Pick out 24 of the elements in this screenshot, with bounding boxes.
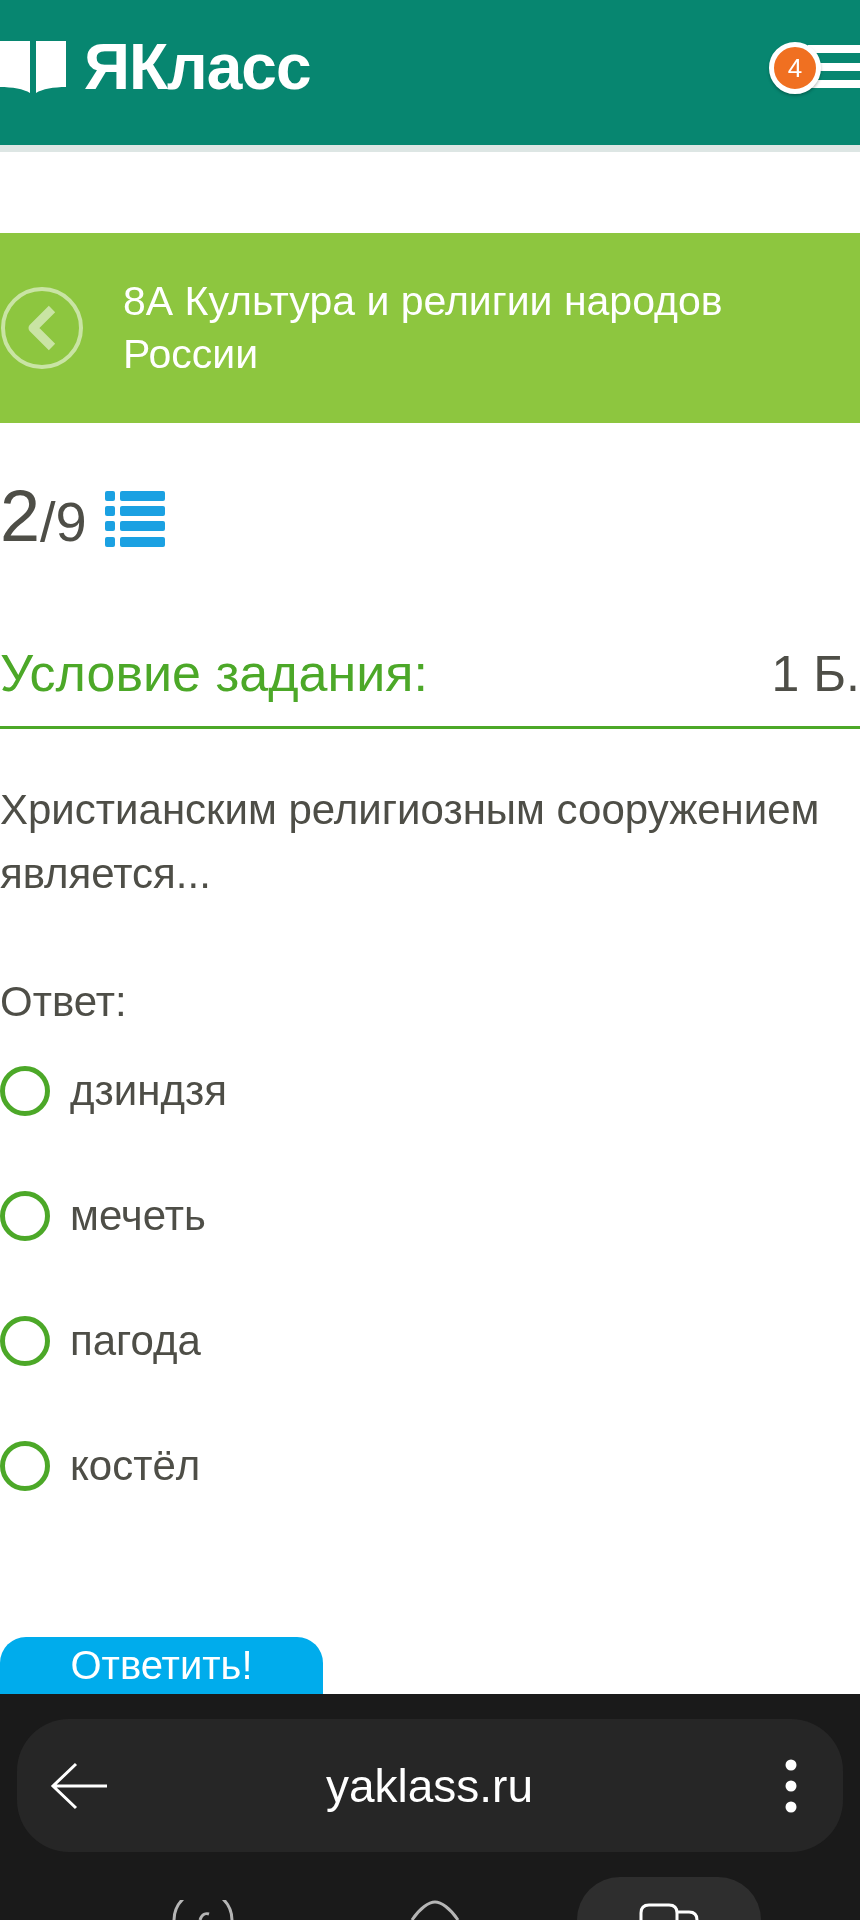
tabs-icon	[639, 1903, 699, 1920]
option-label[interactable]: костёл	[70, 1436, 201, 1496]
option-label[interactable]: дзиндзя	[70, 1061, 227, 1121]
more-icon[interactable]	[785, 1758, 797, 1813]
course-title: 8А Культура и религии народов России	[123, 277, 724, 379]
option-label[interactable]: пагода	[70, 1311, 201, 1371]
radio-button[interactable]	[0, 1191, 50, 1241]
radio-button[interactable]	[0, 1316, 50, 1366]
radio-button[interactable]	[0, 1441, 50, 1491]
list-icon[interactable]	[104, 491, 165, 547]
arch-icon[interactable]	[410, 1900, 460, 1920]
task-heading: Условие задания:	[0, 643, 428, 703]
notification-badge: 4	[769, 42, 821, 94]
option-label[interactable]: мечеть	[70, 1186, 206, 1246]
answer-label: Ответ:	[0, 977, 127, 1027]
question-counter: 2/9	[0, 480, 87, 558]
question-text: Христианским религиозным сооружением является...	[0, 785, 821, 899]
circle-icon[interactable]	[172, 1900, 234, 1920]
logo-text[interactable]: ЯКласс	[84, 34, 311, 99]
points-label: 1 Б.	[771, 645, 860, 704]
back-arrow-icon[interactable]	[50, 1760, 108, 1811]
book-icon[interactable]	[0, 40, 66, 93]
radio-button[interactable]	[0, 1066, 50, 1116]
url-text[interactable]: yaklass.ru	[325, 1758, 534, 1813]
